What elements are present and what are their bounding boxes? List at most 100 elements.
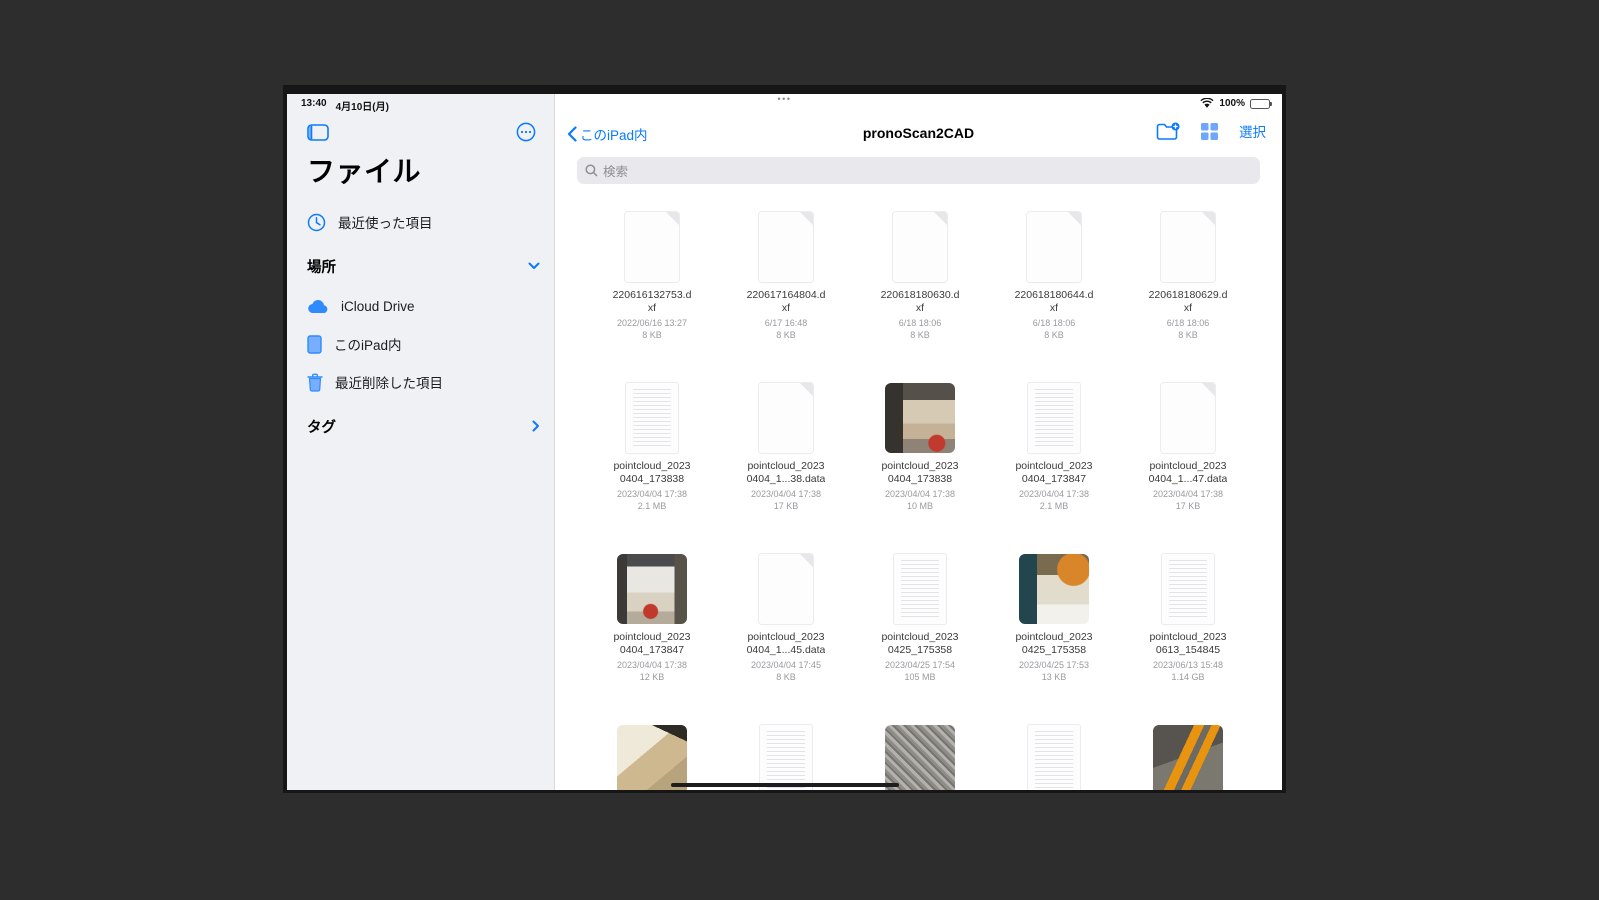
file-size: 2.1 MB (1039, 501, 1069, 511)
file-size: 8 KB (1044, 330, 1064, 340)
file-name-line1: 220618180644.d (1014, 289, 1094, 301)
file-card[interactable]: pointcloud_2023 0425_175358 2023/04/25 1… (987, 536, 1121, 707)
sidebar-section-locations[interactable]: 場所 (307, 254, 540, 278)
file-card[interactable] (1121, 707, 1255, 790)
file-name-line2: 0404_1...38.data (746, 473, 826, 485)
file-size: 8 KB (1178, 330, 1198, 340)
file-card[interactable] (853, 707, 987, 790)
search-icon (585, 164, 598, 177)
file-name-line1: pointcloud_2023 (881, 631, 959, 643)
sidebar-item-recents[interactable]: 最近使った項目 (307, 208, 540, 236)
file-size: 10 MB (906, 501, 933, 511)
chevron-down-icon (528, 262, 540, 270)
sidebar-item-label: 最近使った項目 (338, 216, 433, 231)
file-name-line2: 0613_154845 (1155, 644, 1221, 656)
file-thumbnail (1019, 554, 1089, 624)
sidebar-section-tags[interactable]: タグ (307, 414, 540, 438)
file-name-line2: 0404_1...47.data (1148, 473, 1228, 485)
file-date: 6/18 18:06 (1032, 318, 1076, 328)
file-date: 2023/04/25 17:54 (884, 660, 956, 670)
sidebar-toggle-icon[interactable] (307, 123, 329, 141)
file-name-line2: xf (781, 302, 791, 314)
file-date: 2023/04/04 17:38 (1152, 489, 1224, 499)
file-size: 2.1 MB (637, 501, 667, 511)
file-name-line1: pointcloud_2023 (1015, 460, 1093, 472)
file-card[interactable]: pointcloud_2023 0425_175358 2023/04/25 1… (853, 536, 987, 707)
wifi-icon (1200, 98, 1214, 109)
section-label: 場所 (307, 259, 336, 276)
trash-icon (307, 373, 323, 392)
file-card[interactable]: 220618180644.d xf 6/18 18:06 8 KB (987, 194, 1121, 365)
file-card[interactable] (987, 707, 1121, 790)
file-size: 17 KB (773, 501, 799, 511)
file-thumbnail (1028, 725, 1080, 790)
file-name-line1: pointcloud_2023 (1149, 631, 1227, 643)
sidebar-item-recently-deleted[interactable]: 最近削除した項目 (307, 368, 540, 396)
file-name-line1: 220617164804.d (746, 289, 826, 301)
status-time: 13:40 (301, 98, 327, 109)
file-date: 2023/04/04 17:38 (750, 489, 822, 499)
file-card[interactable]: 220616132753.d xf 2022/06/16 13:27 8 KB (585, 194, 719, 365)
file-size: 8 KB (776, 672, 796, 682)
file-thumbnail (1161, 383, 1215, 453)
file-name-line2: xf (647, 302, 657, 314)
file-date: 6/17 16:48 (764, 318, 808, 328)
battery-percent: 100% (1219, 98, 1245, 109)
file-thumbnail (1162, 554, 1214, 624)
file-card[interactable]: pointcloud_2023 0404_173838 2023/04/04 1… (853, 365, 987, 536)
file-name-line1: pointcloud_2023 (613, 631, 691, 643)
file-name-line2: xf (1049, 302, 1059, 314)
file-date: 2023/04/25 17:53 (1018, 660, 1090, 670)
more-options-icon[interactable] (516, 122, 536, 142)
file-date: 2023/04/04 17:38 (616, 660, 688, 670)
file-date: 2023/04/04 17:38 (616, 489, 688, 499)
sidebar: ファイル 最近使った項目 場所 iCloud Drive このiPad内 最近削… (287, 94, 555, 790)
file-card[interactable]: pointcloud_2023 0404_1...47.data 2023/04… (1121, 365, 1255, 536)
file-card[interactable]: 220618180629.d xf 6/18 18:06 8 KB (1121, 194, 1255, 365)
file-thumbnail (759, 383, 813, 453)
file-thumbnail (1161, 212, 1215, 282)
main-content: このiPad内 pronoScan2CAD 選択 検索 220616132753… (555, 94, 1282, 790)
search-input[interactable]: 検索 (577, 157, 1260, 184)
file-card[interactable]: pointcloud_2023 0404_1...45.data 2023/04… (719, 536, 853, 707)
sidebar-item-label: このiPad内 (334, 338, 402, 353)
new-folder-icon[interactable] (1156, 122, 1180, 141)
file-thumbnail (894, 554, 946, 624)
sidebar-item-icloud-drive[interactable]: iCloud Drive (307, 292, 540, 320)
file-name-line1: pointcloud_2023 (747, 460, 825, 472)
file-card[interactable] (719, 707, 853, 790)
file-date: 2023/04/04 17:38 (884, 489, 956, 499)
file-size: 8 KB (642, 330, 662, 340)
file-card[interactable]: pointcloud_2023 0404_173847 2023/04/04 1… (585, 536, 719, 707)
file-name-line2: 0425_175358 (887, 644, 953, 656)
file-size: 8 KB (776, 330, 796, 340)
multitask-indicator[interactable]: ••• (778, 94, 792, 104)
file-name-line2: xf (1183, 302, 1193, 314)
file-thumbnail (1028, 383, 1080, 453)
file-thumbnail (885, 383, 955, 453)
file-name-line2: 0404_173838 (619, 473, 685, 485)
file-card[interactable]: 220617164804.d xf 6/17 16:48 8 KB (719, 194, 853, 365)
file-card[interactable]: pointcloud_2023 0404_173838 2023/04/04 1… (585, 365, 719, 536)
select-button[interactable]: 選択 (1239, 121, 1266, 141)
view-options-grid-icon[interactable] (1200, 122, 1219, 141)
file-grid: 220616132753.d xf 2022/06/16 13:27 8 KB … (585, 194, 1255, 790)
file-date: 2022/06/16 13:27 (616, 318, 688, 328)
file-thumbnail (759, 554, 813, 624)
sidebar-item-label: 最近削除した項目 (335, 376, 443, 391)
file-card[interactable]: pointcloud_2023 0404_173847 2023/04/04 1… (987, 365, 1121, 536)
file-name-line2: 0404_173838 (887, 473, 953, 485)
toolbar-actions: 選択 (1156, 121, 1266, 141)
clock-icon (307, 213, 326, 232)
file-thumbnail (625, 212, 679, 282)
cloud-icon (307, 299, 329, 314)
file-size: 13 KB (1041, 672, 1067, 682)
file-card[interactable]: pointcloud_2023 0613_154845 2023/06/13 1… (1121, 536, 1255, 707)
file-card[interactable] (585, 707, 719, 790)
file-name-line1: pointcloud_2023 (747, 631, 825, 643)
status-bar-left: 13:40 4月10日(月) (301, 98, 389, 113)
file-card[interactable]: 220618180630.d xf 6/18 18:06 8 KB (853, 194, 987, 365)
home-indicator[interactable] (670, 783, 899, 787)
sidebar-item-this-ipad[interactable]: このiPad内 (307, 330, 540, 358)
file-card[interactable]: pointcloud_2023 0404_1...38.data 2023/04… (719, 365, 853, 536)
